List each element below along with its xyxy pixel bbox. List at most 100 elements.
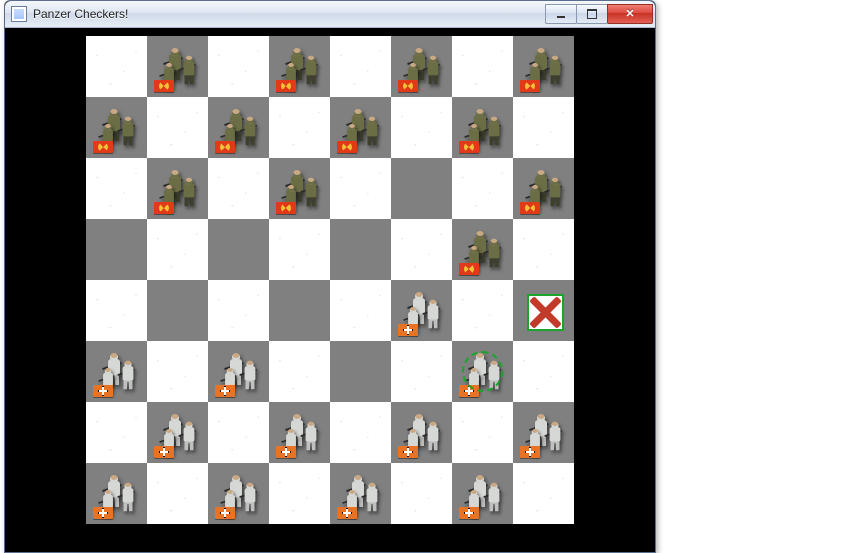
square-button[interactable] <box>86 219 147 280</box>
square-button[interactable] <box>452 219 513 280</box>
square-button[interactable] <box>147 219 208 280</box>
board-square[interactable] <box>208 280 269 341</box>
board-square[interactable] <box>330 158 391 219</box>
square-button[interactable] <box>391 280 452 341</box>
square-button[interactable] <box>208 402 269 463</box>
square-button[interactable] <box>330 97 391 158</box>
square-button[interactable] <box>513 219 574 280</box>
board-square[interactable] <box>269 280 330 341</box>
board-square[interactable] <box>452 402 513 463</box>
board-square[interactable] <box>452 341 513 402</box>
close-button[interactable] <box>607 4 653 24</box>
square-button[interactable] <box>452 158 513 219</box>
square-button[interactable] <box>330 402 391 463</box>
square-button[interactable] <box>147 158 208 219</box>
board-square[interactable] <box>269 158 330 219</box>
square-button[interactable] <box>147 36 208 97</box>
square-button[interactable] <box>147 97 208 158</box>
board-square[interactable] <box>147 341 208 402</box>
square-button[interactable] <box>147 280 208 341</box>
square-button[interactable] <box>513 97 574 158</box>
board-square[interactable] <box>452 280 513 341</box>
titlebar[interactable]: Panzer Checkers! <box>5 1 655 28</box>
square-button[interactable] <box>269 341 330 402</box>
board-square[interactable] <box>391 341 452 402</box>
board-square[interactable] <box>269 463 330 524</box>
square-button[interactable] <box>147 402 208 463</box>
board-square[interactable] <box>330 402 391 463</box>
board-square[interactable] <box>86 158 147 219</box>
square-button[interactable] <box>513 158 574 219</box>
square-button[interactable] <box>269 97 330 158</box>
square-button[interactable] <box>452 402 513 463</box>
board-square[interactable] <box>208 402 269 463</box>
board-square[interactable] <box>147 36 208 97</box>
square-button[interactable] <box>208 158 269 219</box>
board-square[interactable] <box>208 36 269 97</box>
square-button[interactable] <box>269 36 330 97</box>
board-square[interactable] <box>452 36 513 97</box>
square-button[interactable] <box>330 219 391 280</box>
square-button[interactable] <box>330 280 391 341</box>
board-square[interactable] <box>208 219 269 280</box>
square-button[interactable] <box>86 97 147 158</box>
board-square[interactable] <box>330 219 391 280</box>
square-button[interactable] <box>269 402 330 463</box>
square-button[interactable] <box>269 219 330 280</box>
board-square[interactable] <box>330 341 391 402</box>
board-square[interactable] <box>269 219 330 280</box>
board-square[interactable] <box>269 341 330 402</box>
board-square[interactable] <box>391 97 452 158</box>
board-square[interactable] <box>147 402 208 463</box>
square-button[interactable] <box>208 97 269 158</box>
square-button[interactable] <box>86 280 147 341</box>
square-button[interactable] <box>452 36 513 97</box>
board-square[interactable] <box>452 463 513 524</box>
square-button[interactable] <box>391 463 452 524</box>
board-square[interactable] <box>391 402 452 463</box>
square-button[interactable] <box>269 158 330 219</box>
square-button[interactable] <box>330 341 391 402</box>
board-square[interactable] <box>86 341 147 402</box>
board-square[interactable] <box>513 36 574 97</box>
square-button[interactable] <box>86 402 147 463</box>
minimize-button[interactable] <box>545 4 577 24</box>
square-button[interactable] <box>208 219 269 280</box>
square-button[interactable] <box>330 36 391 97</box>
board-square[interactable] <box>330 463 391 524</box>
board-square[interactable] <box>147 463 208 524</box>
board-square[interactable] <box>86 219 147 280</box>
square-button[interactable] <box>86 36 147 97</box>
board-square[interactable] <box>391 36 452 97</box>
board-square[interactable] <box>208 158 269 219</box>
square-button[interactable] <box>513 341 574 402</box>
board-square[interactable] <box>147 280 208 341</box>
board-square[interactable] <box>269 36 330 97</box>
board-square[interactable] <box>513 219 574 280</box>
square-button[interactable] <box>330 158 391 219</box>
board-square[interactable] <box>513 341 574 402</box>
square-button[interactable] <box>452 341 513 402</box>
board-square[interactable] <box>208 463 269 524</box>
square-button[interactable] <box>452 280 513 341</box>
board-square[interactable] <box>330 36 391 97</box>
square-button[interactable] <box>452 463 513 524</box>
board-square[interactable] <box>391 219 452 280</box>
board-square[interactable] <box>330 280 391 341</box>
board-square[interactable] <box>452 97 513 158</box>
board-square[interactable] <box>513 280 574 341</box>
board-square[interactable] <box>86 402 147 463</box>
square-button[interactable] <box>513 463 574 524</box>
board-square[interactable] <box>513 402 574 463</box>
square-button[interactable] <box>269 463 330 524</box>
square-button[interactable] <box>86 463 147 524</box>
board-square[interactable] <box>330 97 391 158</box>
board-square[interactable] <box>86 280 147 341</box>
square-button[interactable] <box>391 219 452 280</box>
board-square[interactable] <box>513 158 574 219</box>
board-square[interactable] <box>86 36 147 97</box>
square-button[interactable] <box>391 97 452 158</box>
board-square[interactable] <box>452 158 513 219</box>
board-square[interactable] <box>86 97 147 158</box>
square-button[interactable] <box>208 36 269 97</box>
